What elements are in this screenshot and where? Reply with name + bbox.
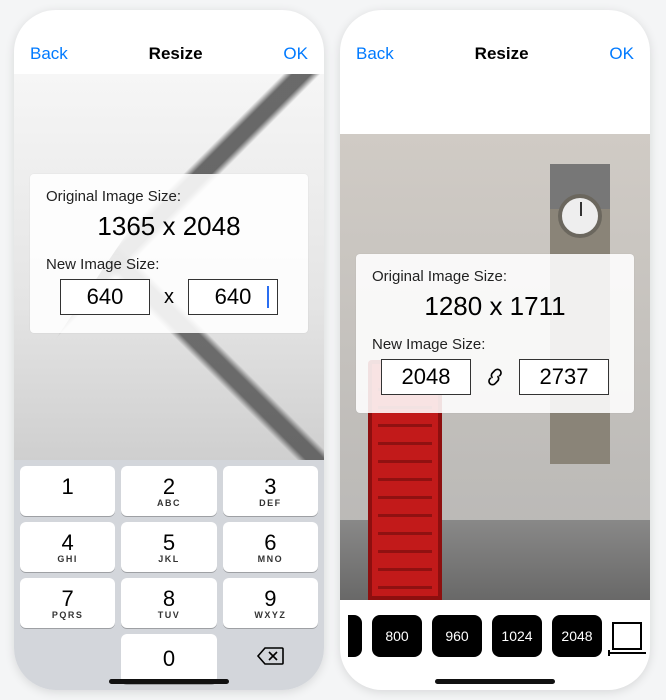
preset-2048[interactable]: 2048 <box>552 615 602 657</box>
key-backspace[interactable] <box>223 634 318 684</box>
home-indicator[interactable] <box>109 679 229 684</box>
key-1[interactable]: 1 <box>20 466 115 516</box>
phone-left: Back Resize OK Original Image Size: 1365… <box>14 10 324 690</box>
key-8[interactable]: 8TUV <box>121 578 216 628</box>
key-0[interactable]: 0 <box>121 634 216 684</box>
new-size-row: 2048 2737 <box>372 359 618 395</box>
ok-button[interactable]: OK <box>609 44 634 64</box>
original-size-label: Original Image Size: <box>372 268 618 285</box>
nav-title: Resize <box>475 44 529 64</box>
key-9[interactable]: 9WXYZ <box>223 578 318 628</box>
nav-bar: Back Resize OK <box>14 34 324 74</box>
ok-button[interactable]: OK <box>283 44 308 64</box>
key-blank <box>20 634 115 684</box>
key-6[interactable]: 6MNO <box>223 522 318 572</box>
home-indicator[interactable] <box>435 679 555 684</box>
new-size-row: 640 x 640 <box>46 279 292 315</box>
original-size-value: 1365 x 2048 <box>46 211 292 242</box>
resize-info-card: Original Image Size: 1365 x 2048 New Ima… <box>30 174 308 333</box>
image-canvas: Original Image Size: 1365 x 2048 New Ima… <box>14 74 324 460</box>
key-3[interactable]: 3DEF <box>223 466 318 516</box>
back-button[interactable]: Back <box>356 44 394 64</box>
key-2[interactable]: 2ABC <box>121 466 216 516</box>
key-4[interactable]: 4GHI <box>20 522 115 572</box>
preset-800[interactable]: 800 <box>372 615 422 657</box>
nav-title: Resize <box>149 44 203 64</box>
key-5[interactable]: 5JKL <box>121 522 216 572</box>
nav-bar: Back Resize OK <box>340 34 650 74</box>
new-size-label: New Image Size: <box>372 336 618 353</box>
preset-partial[interactable] <box>348 615 362 657</box>
width-input[interactable]: 640 <box>60 279 150 315</box>
preset-960[interactable]: 960 <box>432 615 482 657</box>
original-size-label: Original Image Size: <box>46 188 292 205</box>
numeric-keypad: 1 2ABC 3DEF 4GHI 5JKL 6MNO 7PQRS 8TUV 9W… <box>14 460 324 690</box>
key-7[interactable]: 7PQRS <box>20 578 115 628</box>
width-input[interactable]: 2048 <box>381 359 471 395</box>
original-size-value: 1280 x 1711 <box>372 291 618 322</box>
status-bar <box>340 10 650 34</box>
aspect-ratio-icon[interactable] <box>612 622 642 650</box>
image-canvas: Original Image Size: 1280 x 1711 New Ima… <box>340 74 650 690</box>
height-input[interactable]: 2737 <box>519 359 609 395</box>
preset-1024[interactable]: 1024 <box>492 615 542 657</box>
aspect-lock-icon[interactable] <box>485 367 505 387</box>
dimension-separator: x <box>164 286 174 309</box>
height-input[interactable]: 640 <box>188 279 278 315</box>
resize-info-card: Original Image Size: 1280 x 1711 New Ima… <box>356 254 634 413</box>
new-size-label: New Image Size: <box>46 256 292 273</box>
status-bar <box>14 10 324 34</box>
phone-right: Back Resize OK Original Image Size: 1280… <box>340 10 650 690</box>
backspace-icon <box>256 646 284 672</box>
size-preset-bar: 800 960 1024 2048 <box>340 608 650 664</box>
back-button[interactable]: Back <box>30 44 68 64</box>
